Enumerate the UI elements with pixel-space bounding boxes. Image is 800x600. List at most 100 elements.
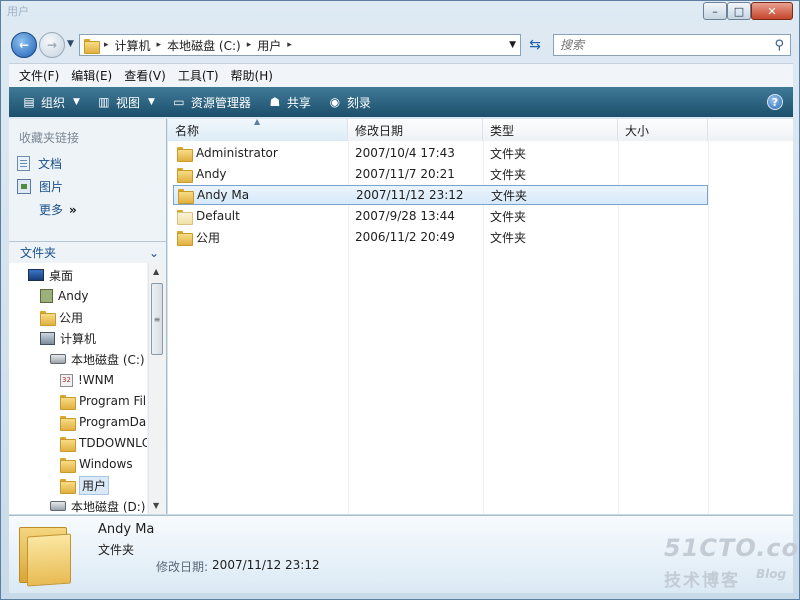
folder-icon — [60, 415, 76, 431]
address-history-dropdown[interactable]: ▼ — [509, 40, 516, 50]
watermark-blog: Blog — [756, 567, 787, 581]
tree-item-andy[interactable]: Andy — [40, 286, 89, 306]
folder-icon — [40, 310, 56, 326]
favorite-label: 文档 — [38, 157, 63, 171]
details-modified-label: 修改日期: — [156, 560, 209, 574]
breadcrumb-separator[interactable]: ▸ — [287, 40, 292, 50]
tree-item-desktop[interactable]: 桌面 — [28, 265, 73, 285]
favorite-pictures[interactable]: 图片 — [17, 178, 63, 195]
watermark-main: 51CTO.com — [664, 534, 800, 562]
column-header-size[interactable]: 大小 — [618, 119, 708, 141]
scroll-up-arrow[interactable]: ▲ — [153, 267, 159, 276]
sort-ascending-icon: ▲ — [254, 117, 261, 126]
user-icon — [40, 289, 53, 303]
details-modified-value: 2007/11/12 23:12 — [212, 558, 320, 572]
file-row-default[interactable]: Default 2007/9/28 13:44 文件夹 — [173, 206, 708, 226]
close-button[interactable]: ✕ — [751, 2, 793, 20]
file-icon: 32 — [60, 373, 73, 387]
file-row-andy-ma[interactable]: Andy Ma 2007/11/12 23:12 文件夹 — [173, 185, 708, 205]
file-name: 公用 — [196, 230, 221, 245]
scrollbar-thumb[interactable]: ≡ — [151, 283, 163, 355]
folder-tree: 桌面 Andy 公用 计算机 本地磁盘 (C:) 32 !WNM Program… — [9, 263, 147, 514]
column-header-date[interactable]: 修改日期 — [348, 119, 483, 141]
file-row-administrator[interactable]: Administrator 2007/10/4 17:43 文件夹 — [173, 143, 708, 163]
menu-edit[interactable]: 编辑(E) — [65, 67, 118, 84]
breadcrumb-computer[interactable]: 计算机 — [115, 37, 151, 54]
menu-view[interactable]: 查看(V) — [118, 67, 172, 84]
tree-item-local-disk-c[interactable]: 本地磁盘 (C:) — [50, 349, 145, 369]
file-type: 文件夹 — [491, 188, 528, 203]
tree-item-computer[interactable]: 计算机 — [40, 328, 96, 348]
more-label: 更多 — [39, 203, 64, 217]
tree-item-public[interactable]: 公用 — [40, 307, 83, 327]
folder-icon — [177, 230, 193, 246]
burn-disc-icon: ◉ — [329, 95, 341, 109]
column-header-type[interactable]: 类型 — [483, 119, 618, 141]
breadcrumb-local-disk-c[interactable]: 本地磁盘 (C:) — [167, 37, 241, 54]
tree-item-program-files[interactable]: Program Fil — [60, 391, 146, 411]
menu-tools[interactable]: 工具(T) — [172, 67, 225, 84]
explorer-button[interactable]: ▭ 资源管理器 — [163, 94, 259, 111]
recent-pages-dropdown[interactable]: ▼ — [67, 39, 74, 49]
folder-icon — [84, 38, 100, 54]
breadcrumb-users[interactable]: 用户 — [257, 37, 281, 54]
pictures-icon — [17, 179, 31, 194]
views-icon: ▥ — [98, 95, 110, 109]
tree-item-local-disk-d[interactable]: 本地磁盘 (D:) — [50, 496, 145, 514]
organize-button[interactable]: ▤ 组织 ▼ — [13, 94, 88, 111]
menu-bar: 文件(F) 编辑(E) 查看(V) 工具(T) 帮助(H) — [9, 63, 793, 87]
tree-item-users[interactable]: 用户 — [60, 475, 110, 495]
address-bar[interactable]: ▸ 计算机 ▸ 本地磁盘 (C:) ▸ 用户 ▸ ▼ — [79, 34, 521, 56]
scroll-down-arrow[interactable]: ▼ — [153, 501, 159, 510]
favorite-label: 图片 — [39, 180, 64, 194]
file-date: 2007/10/4 17:43 — [355, 146, 455, 160]
folder-icon — [60, 457, 76, 473]
folder-icon — [178, 188, 194, 204]
desktop-icon — [28, 269, 44, 281]
tree-item-programdata[interactable]: ProgramDa — [60, 412, 146, 432]
breadcrumb-separator[interactable]: ▸ — [247, 40, 252, 50]
folders-toggle[interactable]: 文件夹 ⌄ — [9, 241, 167, 263]
search-box[interactable]: ⚲ — [553, 34, 791, 56]
drive-icon — [50, 501, 66, 511]
breadcrumb-separator[interactable]: ▸ — [104, 40, 109, 50]
forward-button[interactable]: → — [39, 32, 65, 58]
details-item-name: Andy Ma — [98, 522, 155, 537]
double-chevron-icon: » — [69, 202, 77, 217]
views-button[interactable]: ▥ 视图 ▼ — [88, 94, 163, 111]
menu-help[interactable]: 帮助(H) — [225, 67, 279, 84]
search-icon[interactable]: ⚲ — [774, 38, 784, 53]
tree-item-windows[interactable]: Windows — [60, 454, 133, 474]
share-button[interactable]: ☗ 共享 — [259, 94, 319, 111]
burn-label: 刻录 — [346, 95, 371, 110]
document-icon — [17, 156, 30, 171]
tree-item-wnm[interactable]: 32 !WNM — [60, 370, 114, 390]
breadcrumb-separator[interactable]: ▸ — [157, 40, 162, 50]
folders-label: 文件夹 — [20, 246, 57, 260]
burn-button[interactable]: ◉ 刻录 — [319, 94, 379, 111]
favorite-documents[interactable]: 文档 — [17, 155, 62, 172]
window-title: 用户 — [7, 5, 29, 18]
file-date: 2006/11/2 20:49 — [355, 230, 455, 244]
favorites-more-link[interactable]: 更多 » — [39, 201, 77, 218]
file-row-public[interactable]: 公用 2006/11/2 20:49 文件夹 — [173, 227, 708, 247]
search-input[interactable] — [560, 38, 775, 52]
views-label: 视图 — [115, 95, 140, 110]
minimize-button[interactable]: – — [703, 2, 727, 20]
help-button[interactable]: ? — [767, 94, 783, 110]
watermark: 51CTO.com 技术博客 Blog — [664, 534, 800, 591]
large-folder-icon — [19, 523, 73, 587]
command-bar: ▤ 组织 ▼ ▥ 视图 ▼ ▭ 资源管理器 ☗ 共享 ◉ 刻录 ? — [9, 87, 793, 117]
maximize-button[interactable]: □ — [727, 2, 751, 20]
file-type: 文件夹 — [490, 230, 527, 245]
details-item-type: 文件夹 — [98, 543, 135, 557]
menu-file[interactable]: 文件(F) — [13, 67, 65, 84]
file-row-andy[interactable]: Andy 2007/11/7 20:21 文件夹 — [173, 164, 708, 184]
column-header-name[interactable]: ▲ 名称 — [168, 117, 348, 141]
folder-icon — [60, 394, 76, 410]
tree-item-tddownload[interactable]: TDDOWNLC — [60, 433, 147, 453]
back-button[interactable]: ← — [11, 32, 37, 58]
file-list: ▲ 名称 修改日期 类型 大小 Administrator 2007/10/4 … — [168, 117, 793, 514]
tree-scrollbar[interactable]: ▲ ≡ ▼ — [148, 263, 165, 514]
refresh-button[interactable]: ⇆ — [523, 34, 547, 56]
